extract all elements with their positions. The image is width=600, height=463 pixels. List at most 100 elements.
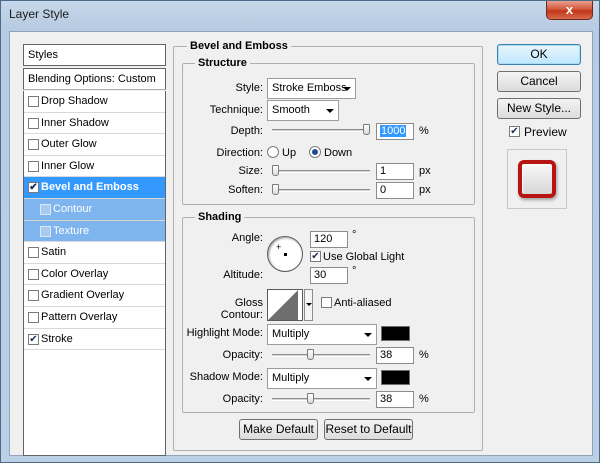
altitude-unit: ° — [352, 265, 357, 277]
anti-aliased-label: Anti-aliased — [334, 297, 392, 309]
checkbox-texture[interactable] — [40, 225, 51, 237]
depth-input[interactable]: 1000 — [376, 123, 414, 140]
soften-input[interactable]: 0 — [376, 182, 414, 199]
ok-button[interactable]: OK — [497, 44, 581, 65]
cancel-button[interactable]: Cancel — [497, 71, 581, 92]
size-unit: px — [419, 165, 431, 177]
window-title: Layer Style — [9, 7, 70, 21]
checkbox-color-overlay[interactable] — [28, 268, 39, 280]
list-item-inner-shadow[interactable]: Inner Shadow — [24, 113, 165, 135]
chevron-down-icon — [326, 109, 334, 113]
styles-list: Styles Blending Options: Custom Drop Sha… — [23, 44, 166, 456]
direction-down-label: Down — [324, 147, 353, 159]
angle-label: Angle: — [231, 232, 263, 244]
direction-up-label: Up — [282, 147, 297, 159]
structure-title: Structure — [195, 57, 250, 69]
checkbox-inner-shadow[interactable] — [28, 117, 39, 129]
preview-shape — [518, 160, 556, 198]
checkbox-drop-shadow[interactable] — [28, 96, 39, 107]
make-default-button[interactable]: Make Default — [239, 419, 318, 440]
checkbox-bevel-emboss[interactable]: ✔ — [28, 182, 39, 194]
soften-label: Soften: — [228, 184, 263, 196]
checkbox-gradient-overlay[interactable] — [28, 290, 39, 302]
close-button[interactable]: x — [546, 1, 593, 20]
shadow-opacity-thumb[interactable] — [306, 393, 314, 404]
size-input[interactable]: 1 — [376, 163, 414, 180]
list-item-inner-glow[interactable]: Inner Glow — [24, 156, 165, 178]
list-item-texture[interactable]: Texture — [24, 220, 165, 243]
checkbox-inner-glow[interactable] — [28, 160, 39, 172]
shading-title: Shading — [195, 211, 245, 223]
shadow-opacity-unit: % — [419, 393, 429, 405]
soften-slider[interactable] — [272, 189, 370, 192]
highlight-opacity-thumb[interactable] — [306, 349, 314, 360]
list-item-pattern-overlay[interactable]: Pattern Overlay — [24, 307, 165, 329]
close-icon: x — [565, 2, 574, 17]
chevron-down-icon — [364, 333, 372, 337]
list-item-color-overlay[interactable]: Color Overlay — [24, 264, 165, 286]
technique-label: Technique: — [209, 104, 263, 116]
shadow-color-swatch[interactable] — [381, 370, 410, 385]
soften-unit: px — [419, 184, 431, 196]
angle-input[interactable]: 120 — [310, 231, 348, 248]
highlight-color-swatch[interactable] — [381, 326, 410, 341]
checkbox-stroke[interactable]: ✔ — [28, 333, 39, 345]
contour-curve-icon — [268, 290, 298, 320]
anti-aliased-checkbox[interactable] — [321, 297, 332, 308]
highlight-mode-label: Highlight Mode: — [186, 327, 263, 339]
checkbox-outer-glow[interactable] — [28, 139, 39, 151]
preview-checkbox[interactable]: ✔ — [509, 126, 520, 137]
size-slider-thumb[interactable] — [272, 165, 279, 176]
shadow-opacity-label: Opacity: — [222, 393, 263, 405]
size-slider[interactable] — [272, 170, 370, 173]
shadow-opacity-input[interactable]: 38 — [376, 391, 414, 408]
direction-up-radio[interactable] — [267, 146, 279, 158]
gloss-contour-label: Gloss Contour: — [220, 297, 263, 321]
preview-thumbnail — [507, 149, 567, 209]
global-light-label: Use Global Light — [323, 251, 405, 263]
depth-unit: % — [419, 125, 429, 137]
list-item-gradient-overlay[interactable]: Gradient Overlay — [24, 285, 165, 307]
soften-slider-thumb[interactable] — [272, 184, 279, 195]
list-item-contour[interactable]: Contour — [24, 199, 165, 221]
size-label: Size: — [238, 165, 263, 177]
reset-to-default-button[interactable]: Reset to Default — [324, 419, 413, 440]
highlight-opacity-slider[interactable] — [272, 354, 370, 357]
chevron-down-icon — [364, 377, 372, 381]
list-item-stroke[interactable]: ✔ Stroke — [24, 329, 165, 351]
altitude-input[interactable]: 30 — [310, 267, 348, 284]
blending-options[interactable]: Blending Options: Custom — [23, 68, 166, 90]
dial-center-icon — [284, 253, 287, 256]
direction-label: Direction: — [216, 147, 263, 159]
bevel-emboss-title: Bevel and Emboss — [187, 40, 291, 52]
list-item-bevel-emboss[interactable]: ✔ Bevel and Emboss — [24, 177, 165, 199]
style-label: Style: — [235, 82, 263, 94]
list-item-outer-glow[interactable]: Outer Glow — [24, 134, 165, 156]
highlight-opacity-unit: % — [419, 349, 429, 361]
list-item-satin[interactable]: Satin — [24, 242, 165, 264]
shadow-mode-select[interactable]: Multiply — [267, 368, 377, 389]
list-item-drop-shadow[interactable]: Drop Shadow — [24, 91, 165, 113]
highlight-opacity-label: Opacity: — [222, 349, 263, 361]
chevron-down-icon — [343, 87, 351, 91]
highlight-mode-select[interactable]: Multiply — [267, 324, 377, 345]
technique-select[interactable]: Smooth — [267, 100, 339, 121]
gloss-contour-dropdown[interactable] — [304, 289, 313, 321]
gloss-contour-picker[interactable] — [267, 289, 303, 321]
checkbox-pattern-overlay[interactable] — [28, 312, 39, 323]
checkbox-contour[interactable] — [40, 204, 51, 215]
layer-style-dialog: Layer Style x Styles Blending Options: C… — [0, 0, 600, 463]
highlight-opacity-input[interactable]: 38 — [376, 347, 414, 364]
angle-dial[interactable]: + — [267, 236, 303, 272]
direction-down-radio[interactable] — [309, 146, 321, 158]
shadow-opacity-slider[interactable] — [272, 398, 370, 401]
checkbox-satin[interactable] — [28, 247, 39, 259]
styles-header[interactable]: Styles — [23, 44, 166, 66]
effects-list: Drop Shadow Inner Shadow Outer Glow Inne… — [23, 91, 166, 456]
global-light-checkbox[interactable]: ✔ — [310, 251, 321, 262]
light-source-icon: + — [276, 242, 282, 252]
style-select[interactable]: Stroke Emboss — [267, 78, 356, 99]
depth-slider-thumb[interactable] — [363, 124, 370, 135]
new-style-button[interactable]: New Style... — [497, 98, 581, 119]
depth-slider[interactable] — [272, 129, 370, 132]
